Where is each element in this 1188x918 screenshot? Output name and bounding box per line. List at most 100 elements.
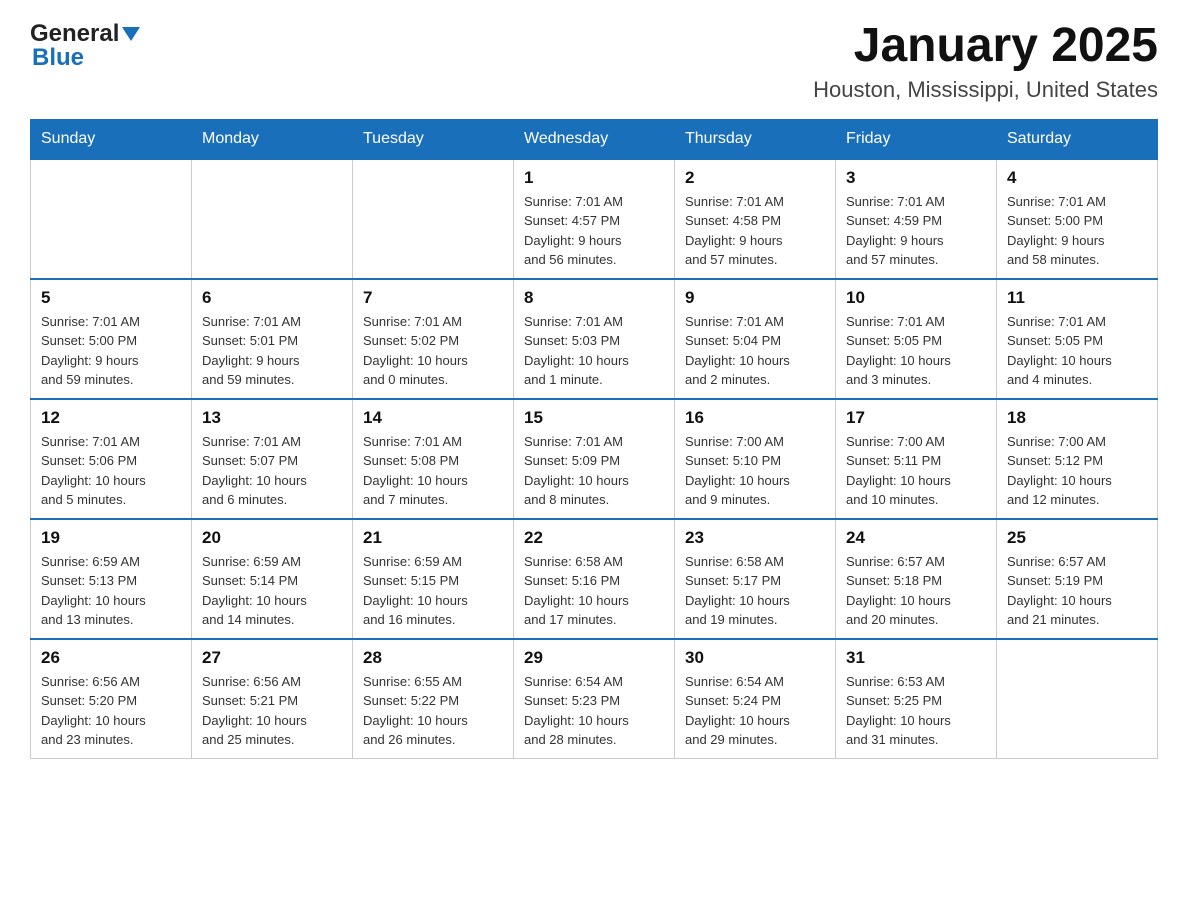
- day-info: Sunrise: 6:55 AMSunset: 5:22 PMDaylight:…: [363, 672, 503, 750]
- day-info: Sunrise: 7:01 AMSunset: 4:57 PMDaylight:…: [524, 192, 664, 270]
- day-info: Sunrise: 7:01 AMSunset: 5:05 PMDaylight:…: [846, 312, 986, 390]
- calendar-empty-cell: [997, 639, 1158, 759]
- day-info: Sunrise: 6:53 AMSunset: 5:25 PMDaylight:…: [846, 672, 986, 750]
- day-number: 9: [685, 288, 825, 308]
- page-header: General Blue January 2025 Houston, Missi…: [30, 20, 1158, 103]
- calendar-empty-cell: [31, 159, 192, 279]
- day-number: 8: [524, 288, 664, 308]
- calendar-day-cell: 22 Sunrise: 6:58 AMSunset: 5:16 PMDayligh…: [514, 519, 675, 639]
- calendar-day-cell: 9Sunrise: 7:01 AMSunset: 5:04 PMDaylight…: [675, 279, 836, 399]
- day-number: 14: [363, 408, 503, 428]
- day-number: 30: [685, 648, 825, 668]
- day-info: Sunrise: 7:01 AMSunset: 5:06 PMDaylight:…: [41, 432, 181, 510]
- day-number: 31: [846, 648, 986, 668]
- day-number: 13: [202, 408, 342, 428]
- calendar-month-year: January 2025: [813, 20, 1158, 73]
- calendar-day-cell: 11 Sunrise: 7:01 AMSunset: 5:05 PMDayligh…: [997, 279, 1158, 399]
- day-number: 16: [685, 408, 825, 428]
- day-info: Sunrise: 6:59 AMSunset: 5:15 PMDaylight:…: [363, 552, 503, 630]
- calendar-day-cell: 17 Sunrise: 7:00 AMSunset: 5:11 PMDayligh…: [836, 399, 997, 519]
- day-of-week-header: Monday: [192, 119, 353, 159]
- day-of-week-header: Wednesday: [514, 119, 675, 159]
- calendar-day-cell: 31 Sunrise: 6:53 AMSunset: 5:25 PMDayligh…: [836, 639, 997, 759]
- day-of-week-header: Saturday: [997, 119, 1158, 159]
- day-number: 29: [524, 648, 664, 668]
- calendar-day-cell: 30Sunrise: 6:54 AMSunset: 5:24 PMDayligh…: [675, 639, 836, 759]
- calendar-week-row: 1 Sunrise: 7:01 AMSunset: 4:57 PMDaylight…: [31, 159, 1158, 279]
- day-info: Sunrise: 7:01 AMSunset: 4:58 PMDaylight:…: [685, 192, 825, 270]
- day-number: 1: [524, 168, 664, 188]
- calendar-day-cell: 10 Sunrise: 7:01 AMSunset: 5:05 PMDayligh…: [836, 279, 997, 399]
- day-info: Sunrise: 6:57 AMSunset: 5:18 PMDaylight:…: [846, 552, 986, 630]
- calendar-week-row: 5 Sunrise: 7:01 AMSunset: 5:00 PMDaylight…: [31, 279, 1158, 399]
- day-info: Sunrise: 6:56 AMSunset: 5:21 PMDaylight:…: [202, 672, 342, 750]
- day-info: Sunrise: 6:58 AMSunset: 5:16 PMDaylight:…: [524, 552, 664, 630]
- day-info: Sunrise: 7:01 AMSunset: 5:01 PMDaylight:…: [202, 312, 342, 390]
- day-number: 19: [41, 528, 181, 548]
- calendar-day-cell: 25 Sunrise: 6:57 AMSunset: 5:19 PMDayligh…: [997, 519, 1158, 639]
- calendar-day-cell: 15Sunrise: 7:01 AMSunset: 5:09 PMDayligh…: [514, 399, 675, 519]
- day-number: 11: [1007, 288, 1147, 308]
- calendar-day-cell: 28 Sunrise: 6:55 AMSunset: 5:22 PMDayligh…: [353, 639, 514, 759]
- day-number: 27: [202, 648, 342, 668]
- calendar-day-cell: 5 Sunrise: 7:01 AMSunset: 5:00 PMDaylight…: [31, 279, 192, 399]
- day-number: 25: [1007, 528, 1147, 548]
- day-info: Sunrise: 7:01 AMSunset: 5:09 PMDaylight:…: [524, 432, 664, 510]
- calendar-day-cell: 7 Sunrise: 7:01 AMSunset: 5:02 PMDaylight…: [353, 279, 514, 399]
- calendar-week-row: 26Sunrise: 6:56 AMSunset: 5:20 PMDayligh…: [31, 639, 1158, 759]
- day-info: Sunrise: 6:58 AMSunset: 5:17 PMDaylight:…: [685, 552, 825, 630]
- calendar-day-cell: 16 Sunrise: 7:00 AMSunset: 5:10 PMDayligh…: [675, 399, 836, 519]
- calendar-day-cell: 29 Sunrise: 6:54 AMSunset: 5:23 PMDayligh…: [514, 639, 675, 759]
- day-number: 21: [363, 528, 503, 548]
- day-info: Sunrise: 6:57 AMSunset: 5:19 PMDaylight:…: [1007, 552, 1147, 630]
- day-number: 18: [1007, 408, 1147, 428]
- day-number: 20: [202, 528, 342, 548]
- calendar-day-cell: 23 Sunrise: 6:58 AMSunset: 5:17 PMDayligh…: [675, 519, 836, 639]
- day-of-week-header: Sunday: [31, 119, 192, 159]
- calendar-day-cell: 24Sunrise: 6:57 AMSunset: 5:18 PMDayligh…: [836, 519, 997, 639]
- calendar-week-row: 19 Sunrise: 6:59 AMSunset: 5:13 PMDayligh…: [31, 519, 1158, 639]
- calendar-empty-cell: [192, 159, 353, 279]
- calendar-day-cell: 1 Sunrise: 7:01 AMSunset: 4:57 PMDaylight…: [514, 159, 675, 279]
- calendar-day-cell: 14 Sunrise: 7:01 AMSunset: 5:08 PMDayligh…: [353, 399, 514, 519]
- calendar-day-cell: 12 Sunrise: 7:01 AMSunset: 5:06 PMDayligh…: [31, 399, 192, 519]
- day-number: 2: [685, 168, 825, 188]
- day-of-week-header: Thursday: [675, 119, 836, 159]
- day-info: Sunrise: 6:59 AMSunset: 5:13 PMDaylight:…: [41, 552, 181, 630]
- day-of-week-header: Friday: [836, 119, 997, 159]
- day-info: Sunrise: 7:01 AMSunset: 5:08 PMDaylight:…: [363, 432, 503, 510]
- day-info: Sunrise: 6:56 AMSunset: 5:20 PMDaylight:…: [41, 672, 181, 750]
- day-number: 17: [846, 408, 986, 428]
- day-info: Sunrise: 7:01 AMSunset: 5:05 PMDaylight:…: [1007, 312, 1147, 390]
- day-number: 12: [41, 408, 181, 428]
- day-number: 10: [846, 288, 986, 308]
- day-number: 4: [1007, 168, 1147, 188]
- day-number: 7: [363, 288, 503, 308]
- day-info: Sunrise: 7:01 AMSunset: 5:02 PMDaylight:…: [363, 312, 503, 390]
- day-info: Sunrise: 6:59 AMSunset: 5:14 PMDaylight:…: [202, 552, 342, 630]
- calendar-day-cell: 2 Sunrise: 7:01 AMSunset: 4:58 PMDaylight…: [675, 159, 836, 279]
- day-info: Sunrise: 7:00 AMSunset: 5:10 PMDaylight:…: [685, 432, 825, 510]
- calendar-day-cell: 20 Sunrise: 6:59 AMSunset: 5:14 PMDayligh…: [192, 519, 353, 639]
- calendar-day-cell: 19 Sunrise: 6:59 AMSunset: 5:13 PMDayligh…: [31, 519, 192, 639]
- day-info: Sunrise: 6:54 AMSunset: 5:23 PMDaylight:…: [524, 672, 664, 750]
- day-info: Sunrise: 7:00 AMSunset: 5:11 PMDaylight:…: [846, 432, 986, 510]
- calendar-empty-cell: [353, 159, 514, 279]
- calendar-day-cell: 6 Sunrise: 7:01 AMSunset: 5:01 PMDaylight…: [192, 279, 353, 399]
- logo: General Blue: [30, 20, 140, 72]
- day-number: 28: [363, 648, 503, 668]
- calendar-day-cell: 13 Sunrise: 7:01 AMSunset: 5:07 PMDayligh…: [192, 399, 353, 519]
- day-number: 23: [685, 528, 825, 548]
- calendar-day-cell: 26Sunrise: 6:56 AMSunset: 5:20 PMDayligh…: [31, 639, 192, 759]
- day-number: 3: [846, 168, 986, 188]
- day-number: 22: [524, 528, 664, 548]
- calendar-day-cell: 4Sunrise: 7:01 AMSunset: 5:00 PMDaylight…: [997, 159, 1158, 279]
- calendar-title-block: January 2025 Houston, Mississippi, Unite…: [813, 20, 1158, 103]
- day-number: 6: [202, 288, 342, 308]
- calendar-week-row: 12 Sunrise: 7:01 AMSunset: 5:06 PMDayligh…: [31, 399, 1158, 519]
- calendar-day-cell: 27 Sunrise: 6:56 AMSunset: 5:21 PMDayligh…: [192, 639, 353, 759]
- day-info: Sunrise: 7:01 AMSunset: 5:00 PMDaylight:…: [41, 312, 181, 390]
- day-number: 5: [41, 288, 181, 308]
- day-info: Sunrise: 7:01 AMSunset: 5:07 PMDaylight:…: [202, 432, 342, 510]
- calendar-day-cell: 8Sunrise: 7:01 AMSunset: 5:03 PMDaylight…: [514, 279, 675, 399]
